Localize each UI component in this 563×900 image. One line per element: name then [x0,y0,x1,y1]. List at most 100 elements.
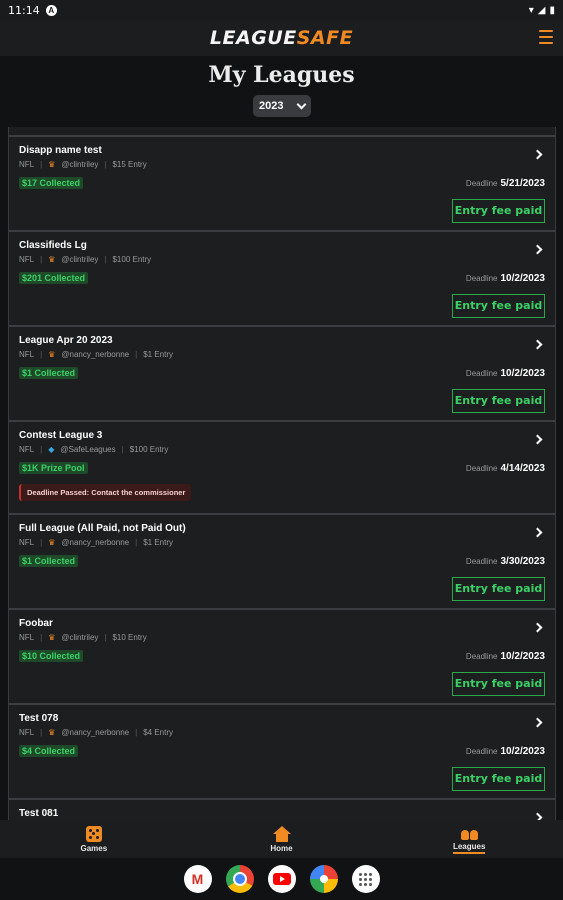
entry-fee-paid-button[interactable]: Entry fee paid [452,294,545,318]
signal-icon: ◢ [537,4,546,16]
league-deadline: Deadline 10/2/2023 [465,273,545,284]
league-deadline: Deadline 5/21/2023 [465,178,545,189]
crown-icon: ♛ [48,633,56,642]
league-card[interactable]: Test 081 [8,798,556,820]
android-dock: M [0,858,563,900]
league-deadline: Deadline 4/14/2023 [465,463,545,474]
nav-leagues[interactable]: Leagues [375,820,563,858]
league-sport: NFL [19,255,35,264]
entry-fee-paid-button[interactable]: Entry fee paid [452,389,545,413]
league-card[interactable]: Foobar NFL | ♛ @clintriley | $10 Entry $10 … [8,608,556,703]
collected-badge: $4 Collected [19,745,79,757]
crown-icon: ♛ [48,728,56,737]
app-header: LEAGUESAFE [0,20,563,56]
status-time: 11:14 [8,3,40,17]
league-card[interactable]: Classifieds Lg NFL | ♛ @clintriley | $100 E… [8,230,556,325]
league-entry: $15 Entry [112,160,147,169]
league-name: Classifieds Lg [19,240,87,251]
league-deadline: Deadline 10/2/2023 [465,651,545,662]
league-card[interactable]: Full League (All Paid, not Paid Out) NFL… [8,513,556,608]
bottom-nav: Games Home Leagues [0,820,563,858]
league-card[interactable]: Disapp name test NFL | ♛ @clintriley | $15 … [8,135,556,230]
nav-label: Leagues [452,842,486,854]
league-entry: $1 Entry [143,538,173,547]
year-select-value: 2023 [259,100,284,112]
league-sport: NFL [19,633,35,642]
league-name: Test 081 [19,808,59,819]
nav-label: Games [80,843,108,853]
people-icon [460,824,478,840]
collected-badge: $1 Collected [19,555,79,567]
prize-pool-badge: $1K Prize Pool [19,462,88,474]
deadline-passed-warning: Deadline Passed: Contact the commissione… [19,484,192,501]
entry-fee-paid-button[interactable]: Entry fee paid [452,577,545,601]
league-name: Disapp name test [19,145,102,156]
league-sport: NFL [19,445,35,454]
league-owner: @clintriley [61,160,99,169]
nav-games[interactable]: Games [0,820,188,858]
collected-badge: $1 Collected [19,367,79,379]
logo-safe-text: SAFE [296,27,354,49]
collected-badge: $17 Collected [19,177,84,189]
league-meta: NFL | ♛ @clintriley | $100 Entry [19,255,152,264]
nav-label: Home [270,843,293,853]
league-meta: NFL | ♛ @clintriley | $10 Entry [19,633,147,642]
list-top-edge [8,127,556,135]
league-list[interactable]: Disapp name test NFL | ♛ @clintriley | $15 … [8,127,556,820]
wifi-icon: ▾ [528,4,534,16]
league-entry: $100 Entry [112,255,152,264]
league-sport: NFL [19,350,35,359]
crown-icon: ♛ [48,350,56,359]
apps-icon[interactable] [351,865,380,893]
nav-home[interactable]: Home [188,820,376,858]
league-entry: $4 Entry [143,728,173,737]
league-name: Contest League 3 [19,430,103,441]
league-sport: NFL [19,160,35,169]
collected-badge: $201 Collected [19,272,89,284]
home-icon [272,825,291,842]
league-deadline: Deadline 10/2/2023 [465,746,545,757]
crown-icon: ♛ [48,255,56,264]
logo-league-text: LEAGUE [209,27,297,49]
league-card[interactable]: Contest League 3 NFL | ◆ @SafeLeagues | $10… [8,420,556,513]
league-sport: NFL [19,728,35,737]
entry-fee-paid-button[interactable]: Entry fee paid [452,767,545,791]
league-owner: @nancy_nerbonne [61,728,130,737]
diamond-icon: ◆ [48,445,55,454]
league-meta: NFL | ♛ @clintriley | $15 Entry [19,160,147,169]
leaguesafe-logo[interactable]: LEAGUESAFE [210,27,353,49]
league-entry: $100 Entry [129,445,169,454]
photos-icon[interactable] [309,865,338,893]
crown-icon: ♛ [48,538,56,547]
league-deadline: Deadline 10/2/2023 [465,368,545,379]
hamburger-menu-icon[interactable] [539,30,553,44]
league-name: Full League (All Paid, not Paid Out) [19,523,186,534]
gmail-icon[interactable]: M [183,865,212,893]
league-card[interactable]: Test 078 NFL | ♛ @nancy_nerbonne | $4 Entry… [8,703,556,798]
youtube-icon[interactable] [267,865,296,893]
entry-fee-paid-button[interactable]: Entry fee paid [452,672,545,696]
league-meta: NFL | ♛ @nancy_nerbonne | $4 Entry [19,728,173,737]
chrome-icon[interactable] [225,865,254,893]
league-entry: $10 Entry [112,633,147,642]
dice-icon [85,825,102,842]
league-meta: NFL | ♛ @nancy_nerbonne | $1 Entry [19,538,173,547]
league-owner: @nancy_nerbonne [61,350,130,359]
page-title: My Leagues [208,62,355,88]
collected-badge: $10 Collected [19,650,84,662]
league-card[interactable]: League Apr 20 2023 NFL | ♛ @nancy_nerbonne… [8,325,556,420]
league-owner: @SafeLeagues [60,445,116,454]
status-icons: ▾ ◢ ▮ [529,5,555,16]
league-deadline: Deadline 3/30/2023 [465,556,545,567]
crown-icon: ♛ [48,160,56,169]
league-sport: NFL [19,538,35,547]
year-select[interactable]: 2023 [253,95,311,117]
battery-icon: ▮ [549,4,555,16]
chevron-down-icon [296,99,307,109]
league-owner: @clintriley [61,255,99,264]
league-name: Test 078 [19,713,59,724]
entry-fee-paid-button[interactable]: Entry fee paid [452,199,545,223]
league-name: League Apr 20 2023 [19,335,113,346]
notification-icon: A [45,4,57,16]
league-owner: @clintriley [61,633,99,642]
